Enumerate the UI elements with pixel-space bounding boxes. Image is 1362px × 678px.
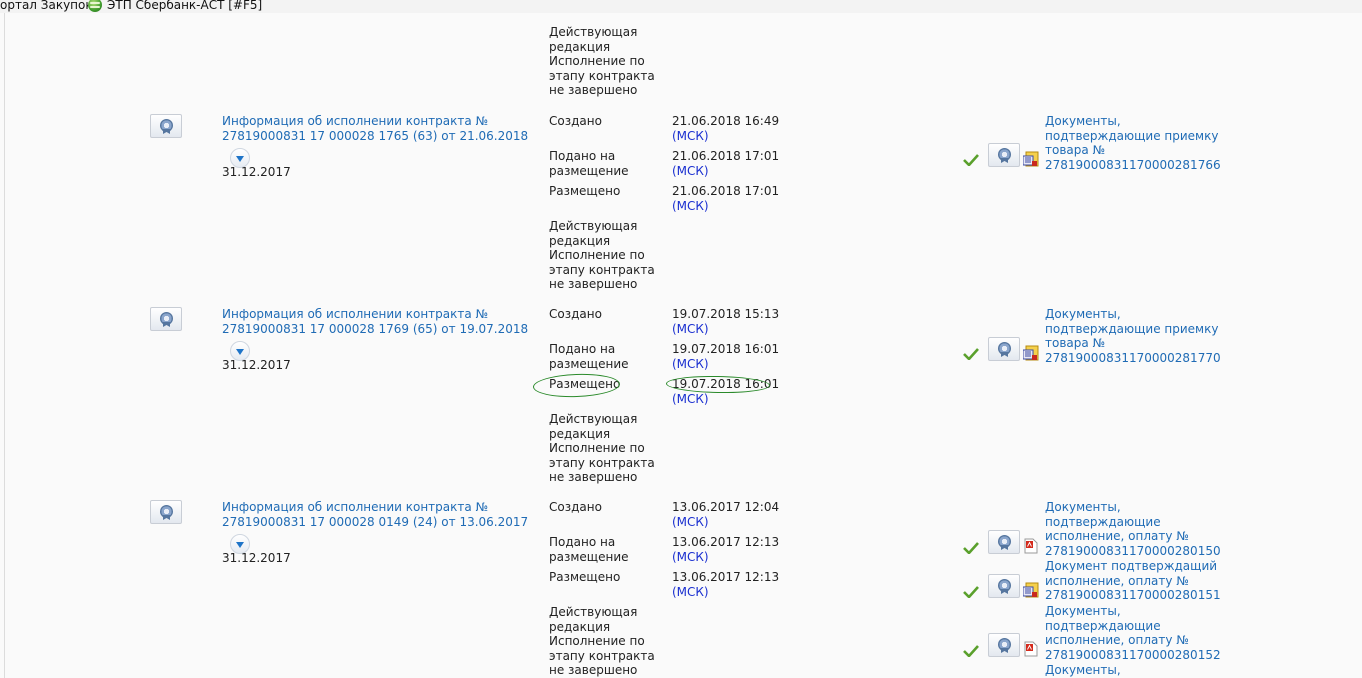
status-text: Действующая редакция Исполнение по этапу…	[549, 219, 655, 291]
signature-button[interactable]	[988, 633, 1020, 657]
check-icon	[963, 154, 979, 166]
xml-file-icon[interactable]	[1023, 151, 1039, 167]
event-time: 21.06.2018 16:49 (МСК)	[672, 114, 780, 143]
event-label: Размещено	[549, 184, 621, 198]
signature-button[interactable]	[988, 574, 1020, 598]
event-label: Подано на размещение	[549, 535, 629, 564]
highlight-annotation	[532, 372, 621, 399]
event-time: 21.06.2018 17:01 (МСК)	[672, 184, 780, 213]
check-icon	[963, 586, 979, 598]
seal-icon	[998, 148, 1011, 161]
event-label: Размещено	[549, 570, 621, 584]
record-date: 31.12.2017	[222, 551, 291, 565]
seal-icon	[160, 119, 173, 132]
signature-button[interactable]	[988, 530, 1020, 554]
bookmarks-bar: ортал Закупок ЭТП Сбербанк-АСТ [#F5]	[0, 0, 1362, 13]
check-icon	[963, 542, 979, 554]
seal-icon	[160, 505, 173, 518]
document-link[interactable]: Документы, подтверждающие исполнение, оп…	[1045, 500, 1221, 558]
globe-icon	[88, 0, 102, 12]
seal-icon	[998, 342, 1011, 355]
signature-button[interactable]	[988, 337, 1020, 361]
signature-button[interactable]	[988, 143, 1020, 167]
event-time: 13.06.2017 12:13 (МСК)	[672, 535, 780, 564]
xml-file-icon[interactable]	[1023, 582, 1039, 598]
record-title-link[interactable]: Информация об исполнении контракта № 278…	[222, 500, 528, 529]
event-label: Создано	[549, 500, 602, 514]
document-link[interactable]: Документы,	[1045, 663, 1121, 678]
seal-icon	[160, 312, 173, 325]
event-label: Создано	[549, 307, 602, 321]
event-time: 13.06.2017 12:13 (МСК)	[672, 570, 780, 599]
record-date: 31.12.2017	[222, 165, 291, 179]
signature-button[interactable]	[150, 500, 182, 524]
status-text: Действующая редакция Исполнение по этапу…	[549, 605, 655, 677]
seal-icon	[998, 579, 1011, 592]
record-date: 31.12.2017	[222, 358, 291, 372]
event-time: 19.07.2018 15:13 (МСК)	[672, 307, 780, 336]
seal-icon	[998, 535, 1011, 548]
event-time: 21.06.2018 17:01 (МСК)	[672, 149, 780, 178]
event-time: 19.07.2018 16:01 (МСК)	[672, 342, 780, 371]
signature-button[interactable]	[150, 114, 182, 138]
frame-border	[4, 13, 5, 678]
pdf-file-icon[interactable]	[1024, 538, 1038, 554]
signature-button[interactable]	[150, 307, 182, 331]
pdf-file-icon[interactable]	[1024, 641, 1038, 657]
bookmark-zakupki[interactable]: ортал Закупок	[0, 0, 93, 11]
event-label: Подано на размещение	[549, 149, 629, 178]
status-text: Действующая редакция Исполнение по этапу…	[549, 412, 655, 484]
status-text: Действующая редакция Исполнение по этапу…	[549, 25, 655, 97]
document-link[interactable]: Документы, подтверждающие исполнение, оп…	[1045, 604, 1221, 662]
document-link[interactable]: Документы, подтверждающие приемку товара…	[1045, 114, 1221, 172]
document-link[interactable]: Документ подтверждащий исполнение, оплат…	[1045, 559, 1221, 603]
xml-file-icon[interactable]	[1023, 345, 1039, 361]
check-icon	[963, 348, 979, 360]
record-title-link[interactable]: Информация об исполнении контракта № 278…	[222, 114, 528, 143]
record-title-link[interactable]: Информация об исполнении контракта № 278…	[222, 307, 528, 336]
seal-icon	[998, 638, 1011, 651]
check-icon	[963, 645, 979, 657]
document-link[interactable]: Документы, подтверждающие приемку товара…	[1045, 307, 1221, 365]
event-label: Создано	[549, 114, 602, 128]
bookmark-sberbank-ast[interactable]: ЭТП Сбербанк-АСТ [#F5]	[107, 0, 262, 11]
event-time: 13.06.2017 12:04 (МСК)	[672, 500, 780, 529]
event-label: Подано на размещение	[549, 342, 629, 371]
